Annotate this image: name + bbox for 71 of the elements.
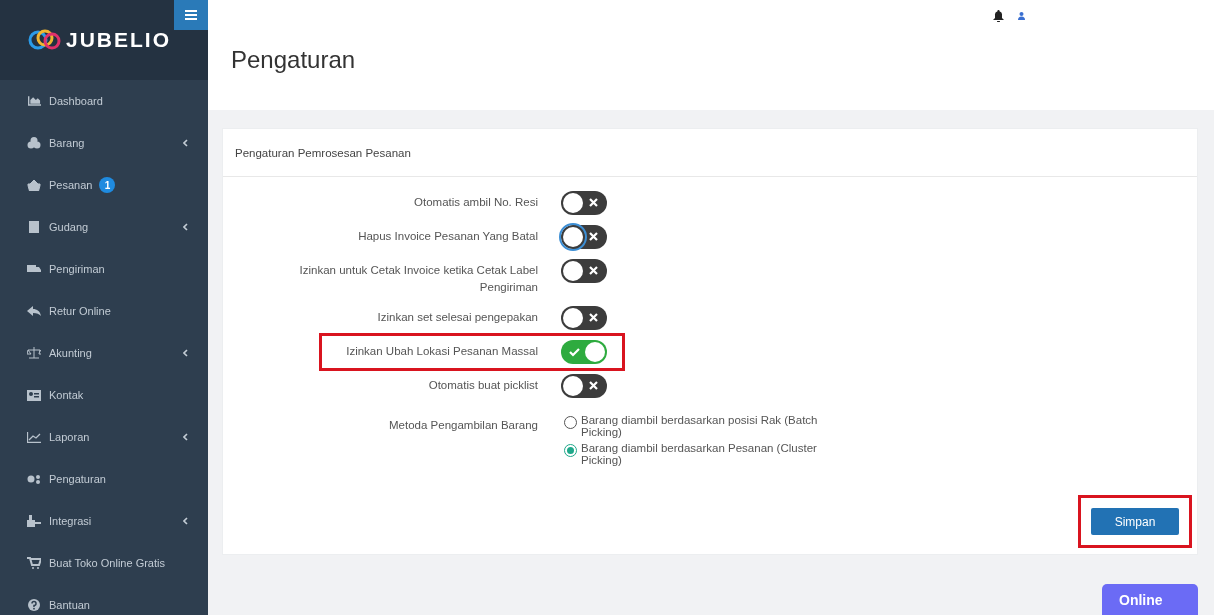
sidebar-item-label: Pengaturan xyxy=(49,473,106,485)
user-icon[interactable] xyxy=(1018,12,1025,20)
sidebar-item-label: Barang xyxy=(49,137,85,149)
toggle-switch[interactable] xyxy=(561,340,607,364)
menu-item-icon xyxy=(26,474,42,484)
close-icon xyxy=(589,266,598,275)
toggle-switch[interactable] xyxy=(561,259,607,283)
toggle-switch[interactable] xyxy=(561,374,607,398)
sidebar-item-label: Buat Toko Online Gratis xyxy=(49,557,165,569)
bell-icon[interactable] xyxy=(993,10,1004,22)
sidebar-item[interactable]: Barang xyxy=(0,122,208,164)
sidebar-item-label: Pengiriman xyxy=(49,263,105,275)
menu-item-icon xyxy=(26,96,42,106)
menu-item-icon xyxy=(26,599,42,611)
close-icon xyxy=(589,381,598,390)
menu-item-icon xyxy=(26,221,42,233)
toggle-switch[interactable] xyxy=(561,306,607,330)
sidebar-item-label: Gudang xyxy=(49,221,89,233)
sidebar-item[interactable]: Buat Toko Online Gratis xyxy=(0,542,208,584)
sidebar-item[interactable]: Pesanan 1 xyxy=(0,164,208,206)
sidebar-item-label: Integrasi xyxy=(49,515,92,527)
menu-icon xyxy=(185,10,197,20)
setting-label: Izinkan set selesai pengepakan xyxy=(376,310,538,325)
sidebar-item-label: Akunting xyxy=(49,347,92,359)
menu-item-icon xyxy=(26,137,42,149)
radio-option[interactable]: Barang diambil berdasarkan Pesanan (Cluster Picking) xyxy=(564,442,849,466)
setting-label: Otomatis ambil No. Resi xyxy=(413,195,538,210)
close-icon xyxy=(589,313,598,322)
menu-button[interactable] xyxy=(174,0,208,30)
setting-label: Metoda Pengambilan Barang xyxy=(388,418,538,433)
sidebar-item-label: Kontak xyxy=(49,389,84,401)
page-title: Pengaturan xyxy=(231,46,356,74)
sidebar-item[interactable]: Kontak xyxy=(0,374,208,416)
logo-text: JUBELIO xyxy=(66,28,171,52)
menu-item-icon xyxy=(26,179,42,191)
sidebar-item[interactable]: Dashboard xyxy=(0,80,208,122)
menu-item-icon xyxy=(26,264,42,274)
setting-label: Otomatis buat picklist xyxy=(427,378,538,393)
close-icon xyxy=(589,232,598,241)
toggle-switch[interactable] xyxy=(561,225,607,249)
online-button[interactable]: Online xyxy=(1102,584,1198,615)
menu-item-icon xyxy=(26,557,42,569)
setting-label: Izinkan Ubah Lokasi Pesanan Massal xyxy=(345,344,538,359)
sidebar-item[interactable]: Pengiriman xyxy=(0,248,208,290)
menu-item-icon xyxy=(26,515,42,527)
check-icon xyxy=(569,347,580,357)
sidebar-item-label: Retur Online xyxy=(49,305,111,317)
sidebar-item[interactable]: Bantuan xyxy=(0,584,208,615)
sidebar-item-label: Dashboard xyxy=(49,95,103,107)
sidebar-item[interactable]: Gudang xyxy=(0,206,208,248)
sidebar-item[interactable]: Pengaturan xyxy=(0,458,208,500)
sidebar-item[interactable]: Integrasi xyxy=(0,500,208,542)
menu-item-icon xyxy=(26,389,42,401)
sidebar-item-label: Bantuan xyxy=(49,599,90,611)
sidebar-item[interactable]: Akunting xyxy=(0,332,208,374)
setting-label: Hapus Invoice Pesanan Yang Batal xyxy=(357,229,538,244)
card-title: Pengaturan Pemrosesan Pesanan xyxy=(235,146,411,159)
logo-icon xyxy=(28,29,62,51)
toggle-switch[interactable] xyxy=(561,191,607,215)
sidebar-item[interactable]: Retur Online xyxy=(0,290,208,332)
save-button[interactable]: Simpan xyxy=(1091,508,1179,535)
menu-item-icon xyxy=(26,347,42,359)
sidebar-item-label: Pesanan xyxy=(49,179,93,191)
sidebar-item[interactable]: Laporan xyxy=(0,416,208,458)
radio-option[interactable]: Barang diambil berdasarkan posisi Rak (Batch Picking) xyxy=(564,414,849,438)
count-badge: 1 xyxy=(99,177,116,193)
menu-item-icon xyxy=(26,431,42,443)
sidebar-item-label: Laporan xyxy=(49,431,90,443)
setting-label: Izinkan untuk Cetak Invoice ketika Cetak Label Pengiriman xyxy=(298,263,538,295)
menu-item-icon xyxy=(26,306,42,316)
close-icon xyxy=(589,198,598,207)
